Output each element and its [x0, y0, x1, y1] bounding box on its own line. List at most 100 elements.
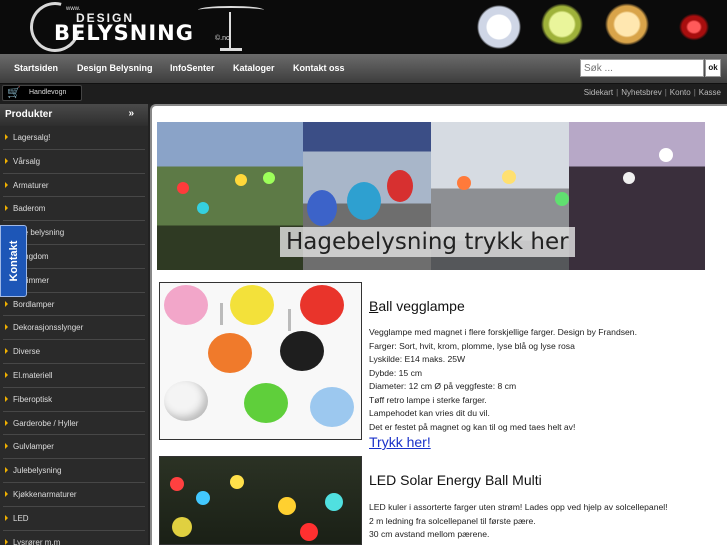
sidebar-item[interactable]: Armaturer [3, 174, 145, 198]
lamp-black [280, 331, 324, 371]
solar-ball-gold [172, 517, 192, 537]
lantern-pale-yellow [502, 170, 516, 184]
sidebar-item-label: El.materiell [13, 370, 53, 380]
lamp-orange [208, 333, 252, 373]
sidebar-item-label: Garderobe / Hyller [13, 418, 79, 428]
bullet-arrow-icon [5, 371, 8, 378]
logo-lamp-base [220, 48, 242, 51]
lamp-red [300, 285, 344, 325]
bullet-arrow-icon [5, 324, 8, 331]
cart-button[interactable]: 🛒 Handlevogn [2, 85, 82, 101]
link-konto[interactable]: Konto [670, 88, 691, 97]
product-title[interactable]: Ball vegglampe [369, 298, 465, 314]
solar-ball-blue [196, 491, 210, 505]
description-line: Det er festet på magnet og kan til og me… [369, 421, 576, 432]
description-line: Farger: Sort, hvit, krom, plomme, lyse b… [369, 340, 575, 351]
search-input[interactable] [580, 59, 704, 77]
bullet-arrow-icon [5, 395, 8, 402]
solar-ball-red-2 [300, 523, 318, 541]
sidebar-item-label: Fiberoptisk [13, 394, 53, 404]
sidebar-item[interactable]: Dekorasjonsslynger [3, 316, 145, 341]
bullet-arrow-icon [5, 419, 8, 426]
nav-design-belysning[interactable]: Design Belysning [77, 63, 153, 73]
logo-lamp-icon [198, 6, 264, 14]
site-logo[interactable]: www. DESIGN BELYSNING ©.no [20, 0, 264, 62]
lamp-pink [164, 285, 208, 325]
solar-ball-cyan [325, 493, 343, 511]
nav-infosenter[interactable]: InfoSenter [170, 63, 215, 73]
sidebar-item[interactable]: El.materiell [3, 364, 145, 388]
lantern-red [177, 182, 189, 194]
nav-kontakt-oss[interactable]: Kontakt oss [293, 63, 345, 73]
sidebar-heading[interactable]: Produkter » [0, 104, 148, 126]
bullet-arrow-icon [5, 514, 8, 521]
ball-wall-lamp-image[interactable] [159, 282, 362, 440]
description-line: 30 cm avstand mellom pærene. [369, 529, 490, 539]
product-link[interactable]: Trykk her! [369, 434, 431, 450]
sidebar-item-label: Lysrører m.m [13, 537, 61, 545]
bullet-arrow-icon [5, 157, 8, 164]
sidebar-item-label: Baderom [13, 204, 46, 214]
lantern-lime [555, 192, 569, 206]
nav-kataloger[interactable]: Kataloger [233, 63, 275, 73]
sidebar-item-label: Diverse [13, 347, 41, 357]
search-button[interactable]: ok [705, 59, 721, 77]
sidebar-item-label: Julebelysning [13, 466, 62, 476]
nav-startsiden[interactable]: Startsiden [14, 63, 58, 73]
sidebar-item[interactable]: Lysrører m.m [3, 531, 145, 545]
product-title[interactable]: LED Solar Energy Ball Multi [369, 472, 542, 488]
lantern-blue [307, 190, 337, 226]
bullet-arrow-icon [5, 467, 8, 474]
description-line: Vegglampe med magnet i flere forskjellig… [369, 327, 637, 337]
cart-icon: 🛒 [7, 87, 21, 99]
sidebar-item-label: Dekorasjonsslynger [13, 323, 84, 333]
kontakt-tab-label: Kontakt [8, 240, 20, 282]
sidebar-item[interactable]: Julebelysning [3, 459, 145, 483]
sidebar-item[interactable]: Gulvlamper [3, 435, 145, 460]
banner-title[interactable]: Hagebelysning trykk her [280, 227, 575, 257]
sidebar-item[interactable]: Fiberoptisk [3, 388, 145, 412]
lantern-teal [347, 182, 381, 220]
lantern-white-2 [623, 172, 635, 184]
led-solar-ball-image[interactable] [159, 456, 362, 545]
lantern-white [659, 148, 673, 162]
bullet-arrow-icon [5, 538, 8, 545]
logo-suffix: ©.no [215, 35, 230, 42]
sidebar-item[interactable]: Baderom [3, 197, 145, 222]
lamp-light-blue [310, 387, 354, 427]
bullet-arrow-icon [5, 134, 8, 140]
description-line: Tøff retro lampe i sterke farger. [369, 394, 487, 405]
product-description: LED kuler i assorterte farger uten strøm… [369, 501, 719, 542]
separator: | [693, 88, 696, 97]
sidebar-category-list: Lagersalg! Vårsalg Armaturer Baderom stue be… [3, 126, 145, 545]
solar-ball-yellow [230, 475, 244, 489]
link-kasse[interactable]: Kasse [699, 88, 721, 97]
sidebar-item-label: Vårsalg [13, 156, 41, 166]
sidebar-item[interactable]: Garderobe / Hyller [3, 412, 145, 436]
lantern-cyan [197, 202, 209, 214]
bullet-arrow-icon [5, 348, 8, 355]
sidebar-item[interactable]: Diverse [3, 340, 145, 364]
top-links: Sidekart | Nyhetsbrev | Konto | Kasse [584, 88, 721, 97]
logo-main: BELYSNING [54, 21, 194, 45]
garden-lighting-banner[interactable]: Hagebelysning trykk her [157, 122, 705, 270]
link-sidekart[interactable]: Sidekart [584, 88, 613, 97]
lamp-white [164, 381, 208, 421]
sidebar-item[interactable]: LED [3, 507, 145, 531]
link-nyhetsbrev[interactable]: Nyhetsbrev [621, 88, 661, 97]
header-lamp-cube-image [532, 0, 592, 54]
double-chevron-icon[interactable]: » [128, 108, 134, 119]
logo-lamp-stem [229, 12, 231, 50]
description-line: Lampehodet kan vries dit du vil. [369, 408, 490, 418]
sidebar-item[interactable]: Vårsalg [3, 150, 145, 174]
sidebar-item[interactable]: Kjøkkenarmaturer [3, 483, 145, 507]
header-lamp-flower-image [468, 0, 530, 54]
header: www. DESIGN BELYSNING ©.no [0, 0, 727, 62]
solar-ball-red [170, 477, 184, 491]
sidebar-item[interactable]: Lagersalg! [3, 126, 145, 150]
bullet-arrow-icon [5, 205, 8, 212]
bullet-arrow-icon [5, 181, 8, 188]
kontakt-tab[interactable]: Kontakt [0, 225, 27, 297]
description-line: LED kuler i assorterte farger uten strøm… [369, 502, 668, 512]
solar-ball-yellow-2 [278, 497, 296, 515]
